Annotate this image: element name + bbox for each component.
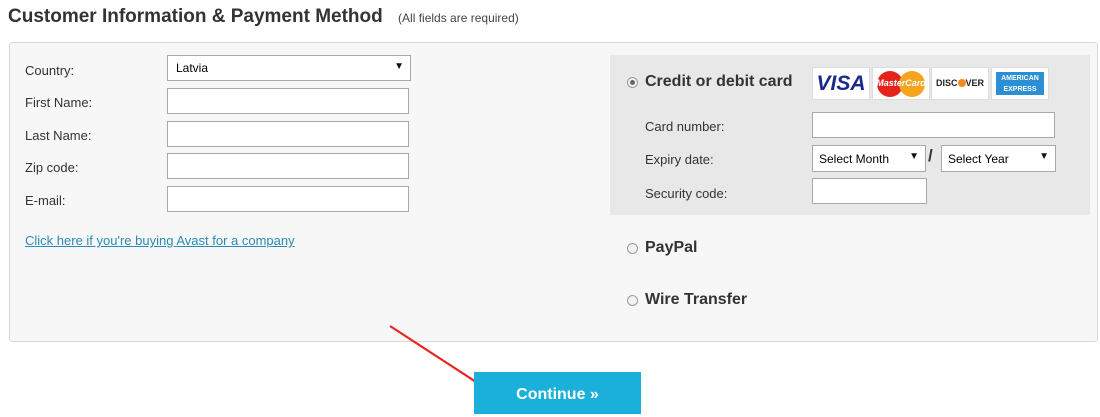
- continue-button[interactable]: Continue »: [474, 372, 641, 414]
- annotation-arrow-icon: [389, 325, 503, 398]
